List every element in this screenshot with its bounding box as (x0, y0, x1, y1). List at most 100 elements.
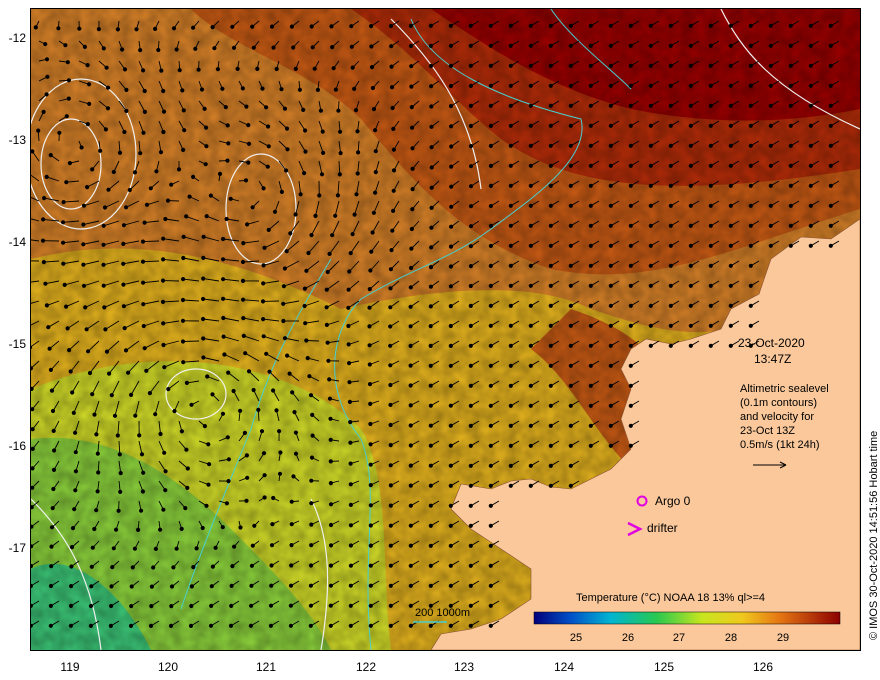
velocity-arrow-head (348, 563, 353, 568)
velocity-arrow-head (429, 104, 434, 109)
velocity-arrow-head (293, 66, 298, 72)
velocity-arrow-head (206, 442, 211, 447)
velocity-arrow-head (468, 583, 473, 588)
velocity-arrow-head (568, 63, 573, 68)
velocity-arrow-head (259, 429, 265, 434)
velocity-arrow-head (568, 323, 573, 328)
velocity-arrow-head (246, 123, 251, 128)
velocity-arrow-head (588, 403, 593, 408)
velocity-arrow-head (369, 249, 374, 254)
velocity-arrow-head (104, 65, 109, 70)
velocity-arrow-head (81, 242, 86, 247)
velocity-arrow-head (748, 183, 753, 188)
velocity-arrow-head (448, 583, 453, 588)
velocity-arrow-head (688, 143, 693, 148)
velocity-arrow-head (728, 243, 733, 248)
velocity-arrow-head (608, 263, 613, 268)
velocity-arrow-head (668, 163, 673, 168)
velocity-arrow-head (410, 125, 415, 130)
velocity-arrow-head (204, 125, 209, 130)
velocity-arrow-head (608, 83, 613, 88)
velocity-arrow-head (408, 623, 413, 628)
velocity-arrow-head (308, 393, 314, 398)
velocity-arrow-head (310, 412, 315, 417)
velocity-arrow-head (808, 63, 813, 68)
velocity-arrow-head (548, 123, 553, 128)
velocity-arrow-head (355, 129, 360, 134)
velocity-arrow-head (84, 327, 89, 332)
velocity-arrow-head (352, 86, 357, 92)
velocity-arrow-head (268, 623, 273, 628)
colorbar-tick-label: 26 (622, 632, 634, 644)
velocity-arrow-head (528, 83, 533, 88)
velocity-arrow-head (408, 503, 413, 508)
velocity-arrow-head (60, 240, 66, 245)
velocity-arrow-head (648, 63, 653, 68)
velocity-arrow-head (668, 323, 673, 328)
velocity-arrow-head (668, 83, 673, 88)
velocity-arrow-head (266, 227, 271, 232)
velocity-arrow-head (87, 370, 93, 376)
velocity-arrow-head (141, 302, 146, 307)
velocity-arrow-head (568, 103, 573, 108)
credit-text: © IMOS 30-Oct-2020 14:51:56 Hobart time (868, 430, 880, 640)
velocity-arrow-head (528, 363, 533, 368)
velocity-arrow-head (161, 236, 166, 241)
velocity-arrow-head (271, 45, 276, 50)
velocity-arrow-head (309, 522, 314, 527)
velocity-arrow-head (156, 47, 161, 53)
velocity-arrow-head (103, 327, 108, 332)
velocity-arrow-head (238, 408, 243, 413)
velocity-arrow-head (103, 127, 109, 132)
velocity-arrow-head (828, 43, 833, 48)
velocity-arrow-head (708, 83, 713, 88)
velocity-arrow-head (230, 564, 235, 569)
velocity-arrow-head (193, 46, 198, 51)
velocity-arrow-head (488, 143, 493, 148)
velocity-arrow-head (48, 583, 54, 589)
velocity-arrow-head (202, 106, 207, 111)
velocity-arrow-head (668, 283, 673, 288)
velocity-arrow-head (648, 43, 653, 48)
velocity-arrow-head (448, 363, 453, 368)
velocity-arrow-head (160, 299, 166, 304)
velocity-arrow-head (328, 459, 333, 464)
velocity-arrow-head (338, 129, 343, 134)
velocity-arrow-head (548, 143, 553, 148)
velocity-arrow-head (368, 583, 373, 588)
velocity-arrow-head (588, 243, 593, 248)
velocity-arrow-head (428, 403, 433, 408)
velocity-arrow-head (61, 200, 66, 205)
velocity-arrow-head (302, 171, 307, 176)
velocity-arrow-head (81, 222, 86, 227)
velocity-arrow-head (82, 44, 88, 50)
velocity-arrow-head (428, 324, 433, 329)
map-date: 23-Oct-2020 (738, 336, 805, 350)
velocity-arrow-head (132, 170, 138, 175)
velocity-arrow-head (169, 584, 175, 589)
velocity-arrow-head (548, 423, 553, 428)
velocity-arrow-head (768, 243, 773, 248)
velocity-arrow-head (628, 243, 633, 248)
velocity-arrow-head (548, 283, 553, 288)
velocity-arrow-head (63, 43, 68, 48)
velocity-arrow-head (215, 67, 220, 72)
velocity-arrow-head (250, 543, 255, 548)
velocity-arrow-head (137, 433, 142, 438)
velocity-arrow-head (347, 361, 352, 366)
velocity-arrow-head (136, 527, 141, 533)
velocity-arrow-head (333, 87, 338, 92)
velocity-arrow-head (266, 124, 271, 129)
velocity-arrow-head (318, 108, 323, 113)
velocity-arrow-head (728, 203, 733, 208)
velocity-arrow-head (448, 503, 453, 508)
velocity-arrow-head (308, 583, 313, 588)
velocity-arrow-head (548, 443, 553, 448)
velocity-arrow-head (708, 123, 713, 128)
velocity-arrow-head (788, 203, 793, 208)
velocity-arrow-head (370, 85, 375, 91)
velocity-arrow-head (328, 437, 333, 442)
velocity-arrow-head (128, 623, 134, 629)
velocity-arrow-head (42, 196, 47, 201)
velocity-arrow-head (528, 323, 533, 328)
